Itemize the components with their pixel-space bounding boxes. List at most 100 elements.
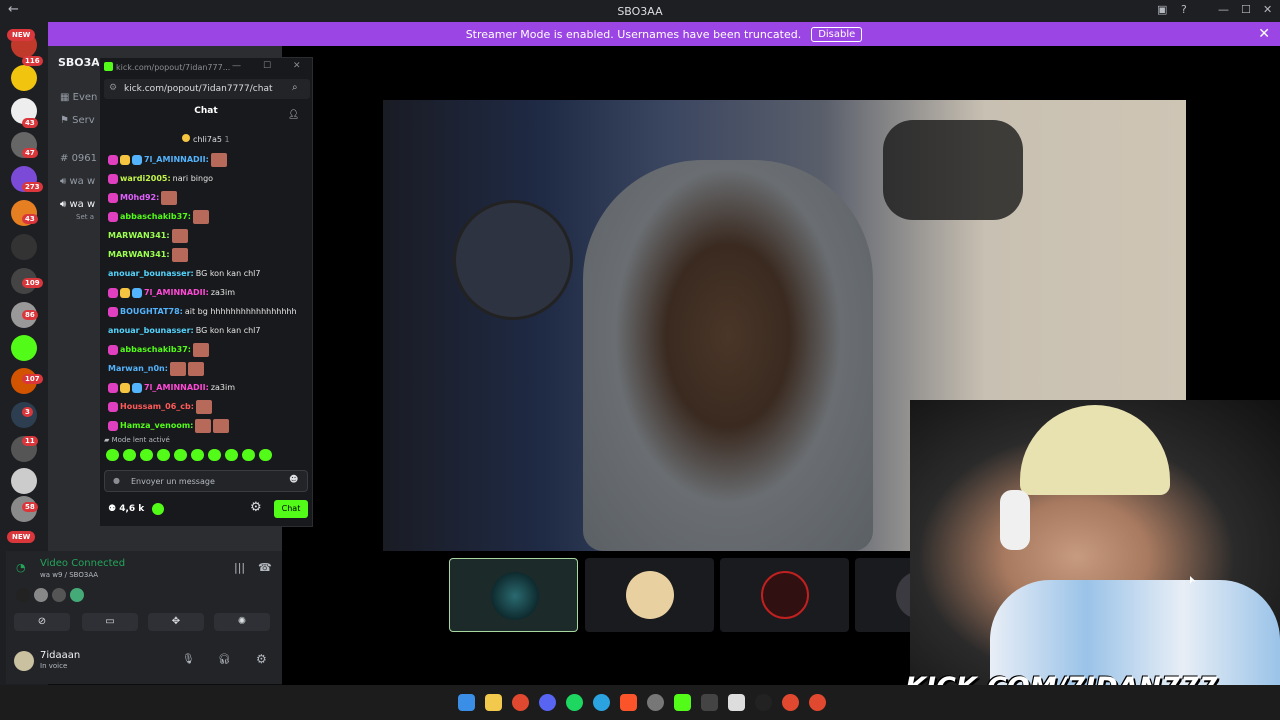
server-icon[interactable] — [11, 335, 37, 361]
chat-username[interactable]: abbaschakib37: — [120, 207, 191, 226]
settings-gear-icon[interactable]: ⚙ — [256, 652, 267, 666]
chat-username[interactable]: Hamza_venoom: — [120, 416, 193, 435]
close-window-button[interactable]: ✕ — [1263, 3, 1272, 16]
chrome-icon[interactable] — [809, 694, 826, 711]
participant-tile[interactable] — [720, 558, 849, 632]
avatar[interactable] — [52, 588, 66, 602]
popout-title: kick.com/popout/7idan777... — [116, 63, 231, 72]
chat-username[interactable]: MARWAN341: — [108, 245, 170, 264]
avatar[interactable] — [14, 651, 34, 671]
server-icon[interactable] — [11, 468, 37, 494]
obs-icon[interactable] — [755, 694, 772, 711]
sidebar-item-voice-channel-active[interactable]: 🔊︎ wa w — [60, 199, 95, 210]
user-badge-icon — [108, 211, 118, 222]
minimize-button[interactable]: — — [1218, 3, 1229, 16]
close-window-button[interactable]: ✕ — [293, 61, 301, 71]
voice-channel-path[interactable]: wa w9 / SBO3AA — [40, 571, 98, 579]
voice-status: Video Connected — [40, 558, 126, 569]
chrome-icon[interactable] — [782, 694, 799, 711]
emote[interactable] — [157, 449, 170, 461]
sidebar-item-events[interactable]: ▦ Even — [60, 92, 97, 103]
user-name[interactable]: 7idaaan — [40, 650, 80, 661]
activities-button[interactable]: ✥ — [148, 613, 204, 631]
chat-username[interactable]: M0hd92: — [120, 188, 159, 207]
emote[interactable] — [208, 449, 221, 461]
chat-username[interactable]: BOUGHTAT78: — [120, 302, 183, 321]
emote-image — [192, 209, 209, 224]
spotify-icon[interactable] — [566, 694, 583, 711]
emote[interactable] — [259, 449, 272, 461]
sidebar-item-voice-channel[interactable]: 🔊︎ wa w — [60, 176, 95, 187]
chat-message: 7l_AMINNADII: za3im — [108, 283, 308, 302]
users-icon[interactable]: 👤︎ — [288, 110, 299, 120]
avatar[interactable] — [16, 588, 30, 602]
file-explorer-icon[interactable] — [485, 694, 502, 711]
maximize-button[interactable]: ☐ — [263, 61, 271, 71]
media-player-icon[interactable] — [674, 694, 691, 711]
sidebar-item-server[interactable]: ⚑ Serv — [60, 115, 95, 126]
chat-message: Houssam_06_cb: — [108, 397, 308, 416]
disable-button[interactable]: Disable — [811, 26, 863, 42]
maximize-button[interactable]: ☐ — [1241, 3, 1251, 16]
microphone-icon[interactable]: 🎙︎ — [182, 654, 195, 665]
pinned-gifter[interactable]: chli7a5 1 — [100, 134, 312, 144]
chat-username[interactable]: anouar_bounasser: — [108, 264, 194, 283]
discord-icon[interactable] — [539, 694, 556, 711]
windows-start-icon[interactable] — [458, 694, 475, 711]
emote[interactable] — [174, 449, 187, 461]
search-icon[interactable]: ⌕ — [292, 82, 298, 93]
close-icon[interactable]: ✕ — [1258, 26, 1270, 42]
terminal-icon[interactable] — [701, 694, 718, 711]
chat-text: BG kon kan chl7 — [195, 326, 261, 335]
help-icon[interactable]: ? — [1181, 3, 1187, 16]
telegram-icon[interactable] — [593, 694, 610, 711]
site-settings-icon[interactable]: ⚙ — [109, 83, 117, 93]
avatar[interactable] — [34, 588, 48, 602]
chat-username[interactable]: MARWAN341: — [108, 226, 170, 245]
chat-input[interactable]: ● Envoyer un message ☻ — [104, 470, 308, 492]
server-icon[interactable] — [11, 65, 37, 91]
chat-username[interactable]: abbaschakib37: — [120, 340, 191, 359]
minimize-button[interactable]: — — [232, 61, 241, 71]
avatar[interactable] — [70, 588, 84, 602]
emote[interactable] — [123, 449, 136, 461]
emote[interactable] — [106, 449, 119, 461]
participant-tile-camera[interactable] — [449, 558, 578, 632]
settings-icon[interactable] — [647, 694, 664, 711]
chat-username[interactable]: 7l_AMINNADII: — [144, 150, 209, 169]
chat-message: abbaschakib37: — [108, 340, 308, 359]
emote[interactable] — [242, 449, 255, 461]
chat-username[interactable]: Marwan_n0n: — [108, 359, 168, 378]
sidebar-item-text-channel[interactable]: # 0961 — [60, 153, 97, 164]
kick-points-icon[interactable] — [152, 503, 164, 515]
send-chat-button[interactable]: Chat — [274, 500, 308, 518]
emote-image — [210, 152, 227, 167]
settings-gear-icon[interactable]: ⚙ — [250, 500, 262, 515]
notepad-icon[interactable] — [728, 694, 745, 711]
chat-username[interactable]: 7l_AMINNADII: — [144, 378, 209, 397]
set-status-text[interactable]: Set a — [76, 213, 94, 221]
participant-tile[interactable] — [585, 558, 714, 632]
noise-suppression-icon[interactable]: ||| — [234, 561, 245, 574]
camera-off-button[interactable]: ⊘ — [14, 613, 70, 631]
chat-username[interactable]: anouar_bounasser: — [108, 321, 194, 340]
chrome-icon[interactable] — [512, 694, 529, 711]
sidebar-item-label: Serv — [72, 115, 95, 126]
url-bar[interactable]: ⚙ kick.com/popout/7idan7777/chat ⌕ — [104, 79, 310, 99]
disconnect-icon[interactable]: ☎ — [258, 561, 272, 574]
chat-username[interactable]: wardi2005: — [120, 169, 171, 188]
inbox-icon[interactable]: ▣ — [1157, 3, 1167, 16]
screen-share-button[interactable]: ▭ — [82, 613, 138, 631]
server-icon[interactable] — [11, 234, 37, 260]
emoji-icon[interactable]: ☻ — [289, 475, 298, 485]
brave-icon[interactable] — [620, 694, 637, 711]
soundboard-button[interactable]: ✺ — [214, 613, 270, 631]
chat-username[interactable]: Houssam_06_cb: — [120, 397, 194, 416]
notification-badge: 43 — [22, 214, 38, 224]
chat-message-list[interactable]: 7l_AMINNADII: wardi2005: nari bingo M0hd92… — [108, 150, 308, 436]
emote[interactable] — [191, 449, 204, 461]
chat-username[interactable]: 7l_AMINNADII: — [144, 283, 209, 302]
emote[interactable] — [225, 449, 238, 461]
emote[interactable] — [140, 449, 153, 461]
headphones-icon[interactable]: 🎧︎ — [218, 654, 231, 665]
